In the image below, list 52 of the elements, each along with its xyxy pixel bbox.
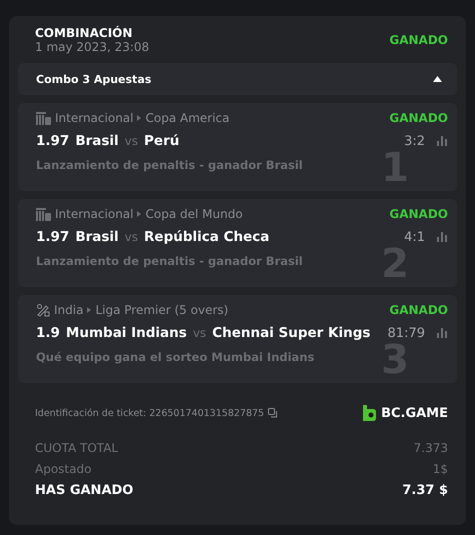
market-label: Lanzamiento de penaltis - ganador Brasil	[36, 158, 304, 172]
total-value: 7.373	[414, 441, 448, 455]
total-value: 7.37 $	[402, 483, 448, 498]
region-label: Internacional	[55, 207, 134, 221]
league-label: Copa del Mundo	[145, 207, 243, 221]
status-label: GANADO	[389, 33, 448, 47]
bet-date: 1 may 2023, 23:08	[35, 40, 150, 54]
caret-icon[interactable]	[433, 76, 442, 82]
versus-label: vs	[124, 230, 138, 244]
bet-type-title: COMBINACIÓN	[35, 26, 134, 40]
chevron-icon	[137, 211, 142, 217]
score: 4:1	[404, 230, 425, 244]
team-name: República Checa	[144, 229, 270, 245]
total-label: Apostado	[35, 462, 92, 476]
versus-label: vs	[124, 134, 138, 148]
total-label: CUOTA TOTAL	[35, 441, 118, 455]
odds: 1.9	[36, 325, 60, 341]
status-label: GANADO	[389, 207, 448, 221]
brand-name: BC.GAME	[381, 406, 448, 420]
combo-header[interactable]: Combo 3 Apuestas	[18, 63, 457, 95]
total-value: 1$	[432, 462, 448, 476]
market-label: Lanzamiento de penaltis - ganador Brasil	[36, 254, 304, 268]
score: 3:2	[404, 134, 425, 148]
team-name: Mumbai Indians	[66, 325, 187, 341]
region-label: Internacional	[55, 111, 134, 125]
fifa-logo-icon	[36, 112, 51, 124]
odds: 1.97	[36, 229, 70, 245]
stats-icon[interactable]	[437, 136, 448, 146]
market-label: Qué equipo gana el sorteo Mumbai Indians	[36, 350, 316, 364]
versus-label: vs	[192, 326, 206, 340]
stats-icon[interactable]	[437, 328, 448, 338]
chevron-icon	[87, 307, 92, 313]
league-label: Liga Premier (5 overs)	[95, 303, 228, 317]
team-name: Brasil	[75, 133, 119, 149]
brand-logo-icon	[363, 405, 376, 421]
total-label: HAS GANADO	[35, 483, 134, 498]
status-label: GANADO	[389, 111, 448, 125]
league-label: Copa America	[145, 111, 230, 125]
ticket-id: Identificación de ticket: 2265017401315827875	[35, 408, 264, 418]
stats-icon[interactable]	[437, 232, 448, 242]
combo-label: Combo 3 Apuestas	[36, 72, 152, 86]
score: 81:79	[388, 326, 425, 340]
fifa-logo-icon	[36, 208, 51, 220]
status-label: GANADO	[389, 303, 448, 317]
team-name: Chennai Super Kings	[212, 325, 370, 341]
odds: 1.97	[36, 133, 70, 149]
team-name: Perú	[144, 133, 180, 149]
cricket-icon	[36, 303, 50, 317]
chevron-icon	[137, 115, 142, 121]
team-name: Brasil	[75, 229, 119, 245]
region-label: India	[54, 303, 84, 317]
copy-icon[interactable]	[268, 408, 280, 418]
